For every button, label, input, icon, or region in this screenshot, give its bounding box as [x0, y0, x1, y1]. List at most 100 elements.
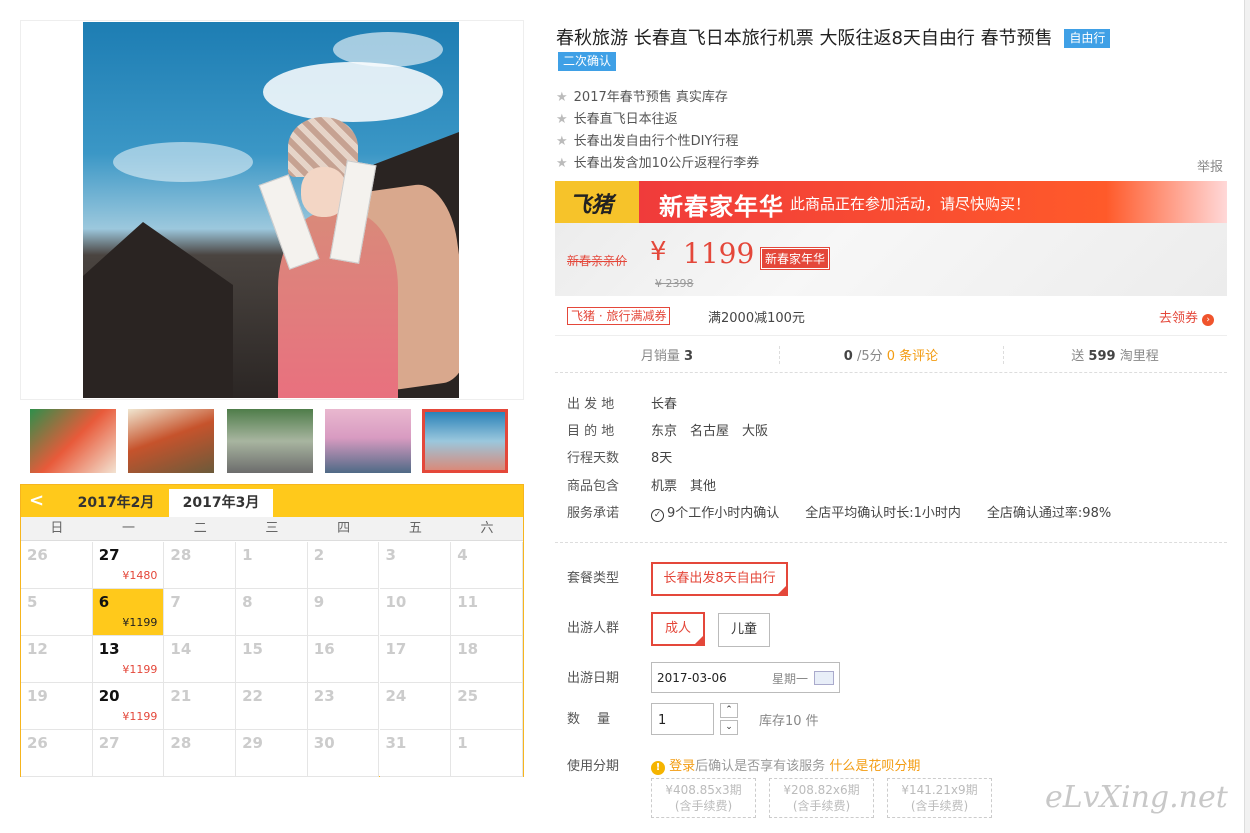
- calendar-day[interactable]: 6 ¥1199: [92, 589, 165, 636]
- day-number: 8: [242, 593, 253, 611]
- weekday-label: 日: [50, 521, 64, 536]
- login-link[interactable]: 登录: [669, 759, 695, 774]
- day-number: 27: [98, 546, 120, 564]
- child-option[interactable]: 儿童: [718, 613, 770, 647]
- day-number: 4: [457, 546, 468, 564]
- quantity-input[interactable]: 1: [651, 703, 714, 735]
- coupon-badge: 飞猪 · 旅行满减券: [567, 307, 671, 325]
- coupon-text: 满2000减100元: [708, 311, 805, 326]
- weekday-label: 三: [265, 521, 279, 536]
- day-number: 11: [457, 593, 479, 611]
- calendar-day: 26: [21, 730, 93, 777]
- day-number: 24: [385, 687, 407, 705]
- day-price: ¥1480: [122, 569, 158, 582]
- calendar-day: 4: [451, 542, 523, 589]
- calendar-day: 19: [21, 683, 93, 730]
- thumbnail-strip: [20, 404, 524, 482]
- thumbnail-2[interactable]: [128, 409, 214, 473]
- day-number: 30: [313, 734, 335, 752]
- price-value: 1199: [683, 237, 755, 270]
- thumbnail-1[interactable]: [30, 409, 116, 473]
- date-input[interactable]: 2017-03-06 星期一: [651, 662, 840, 693]
- day-number: 7: [170, 593, 181, 611]
- weekday-label: 二: [193, 521, 207, 536]
- day-number: 1: [242, 546, 253, 564]
- day-price: ¥1199: [122, 663, 158, 676]
- detail-value: 8天: [651, 451, 673, 466]
- installment-plan-3[interactable]: ¥408.85x3期 (含手续费): [651, 778, 756, 818]
- thumbnail-4[interactable]: [325, 409, 411, 473]
- date-calendar: < 2017年2月 2017年3月 日一二三四五六 26 27 ¥1480 28 1 2 3…: [20, 484, 524, 777]
- day-number: 28: [170, 546, 192, 564]
- reviews-link[interactable]: 0 条评论: [887, 349, 938, 364]
- calendar-day: 11: [451, 589, 523, 636]
- installment-info: ! 登录后确认是否享有该服务 什么是花呗分期: [651, 755, 920, 775]
- day-number: 27: [98, 734, 120, 752]
- feature-item: ★ 长春出发自由行个性DIY行程: [556, 134, 739, 149]
- qty-down-icon[interactable]: ⌄: [720, 720, 738, 735]
- detail-value: 长春: [651, 397, 678, 412]
- month-tab-feb[interactable]: 2017年2月: [63, 489, 169, 517]
- calendar-day: 2: [307, 542, 380, 589]
- calendar-day: 22: [236, 683, 308, 730]
- day-number: 28: [170, 734, 192, 752]
- points: 送 599 淘里程: [1071, 349, 1159, 364]
- detail-value: 机票 其他: [651, 479, 717, 494]
- day-number: 20: [98, 687, 120, 705]
- day-number: 18: [457, 640, 479, 658]
- adult-option[interactable]: 成人: [651, 612, 705, 646]
- day-number: 12: [27, 640, 48, 658]
- calendar-day: 3: [379, 542, 452, 589]
- day-number: 31: [385, 734, 407, 752]
- calendar-day[interactable]: 13 ¥1199: [92, 636, 165, 683]
- package-label: 套餐类型: [567, 571, 620, 586]
- report-link[interactable]: 举报: [1197, 156, 1223, 175]
- calendar-day: 12: [21, 636, 93, 683]
- get-coupon-link[interactable]: 去领券 ›: [1159, 307, 1215, 326]
- currency-symbol: ¥: [650, 237, 667, 267]
- detail-value: 东京 名古屋 大阪: [651, 424, 769, 439]
- detail-label: 商品包含: [567, 479, 620, 494]
- calendar-day: 28: [164, 542, 237, 589]
- stock-text: 库存10 件: [759, 714, 819, 729]
- detail-label: 目 的 地: [567, 424, 615, 439]
- day-number: 15: [242, 640, 263, 658]
- day-number: 29: [242, 734, 263, 752]
- what-is-installment-link[interactable]: 什么是花呗分期: [829, 759, 920, 774]
- calendar-day: 18: [451, 636, 523, 683]
- installment-plan-9[interactable]: ¥141.21x9期 (含手续费): [887, 778, 992, 818]
- day-number: 13: [98, 640, 120, 658]
- feature-item: ★ 2017年春节预售 真实库存: [556, 90, 728, 105]
- installment-plan-6[interactable]: ¥208.82x6期 (含手续费): [769, 778, 874, 818]
- detail-label: 行程天数: [567, 451, 620, 466]
- banner-title: 新春家年华: [659, 193, 784, 221]
- original-price: ¥ 2398: [655, 277, 694, 290]
- calendar-day: 30: [307, 730, 380, 777]
- scrollbar[interactable]: [1244, 0, 1250, 833]
- day-number: 16: [313, 640, 335, 658]
- calendar-day[interactable]: 20 ¥1199: [92, 683, 165, 730]
- day-number: 17: [385, 640, 407, 658]
- day-number: 3: [385, 546, 396, 564]
- package-option[interactable]: 长春出发8天自由行: [651, 562, 788, 596]
- confirm-tag: 二次确认: [558, 52, 617, 71]
- day-number: 9: [313, 593, 325, 611]
- calendar-icon: [814, 671, 834, 685]
- promo-banner[interactable]: 飞猪 新春家年华 此商品正在参加活动，请尽快购买！: [555, 181, 1227, 223]
- day-number: 10: [385, 593, 407, 611]
- thumbnail-3[interactable]: [227, 409, 313, 473]
- calendar-day: 28: [164, 730, 237, 777]
- calendar-day: 26: [21, 542, 93, 589]
- month-tab-mar[interactable]: 2017年3月: [169, 489, 273, 517]
- calendar-day[interactable]: 27 ¥1480: [92, 542, 165, 589]
- qty-up-icon[interactable]: ⌃: [720, 703, 738, 718]
- main-product-image[interactable]: [20, 20, 524, 400]
- day-number: 23: [313, 687, 335, 705]
- weekday-header: 日一二三四五六: [21, 517, 523, 541]
- thumbnail-5-selected[interactable]: [422, 409, 508, 473]
- prev-month-icon[interactable]: <: [29, 490, 44, 511]
- star-icon: ★: [556, 90, 568, 105]
- day-number: 5: [27, 593, 38, 611]
- calendar-day: 1: [236, 542, 308, 589]
- calendar-day: 25: [451, 683, 523, 730]
